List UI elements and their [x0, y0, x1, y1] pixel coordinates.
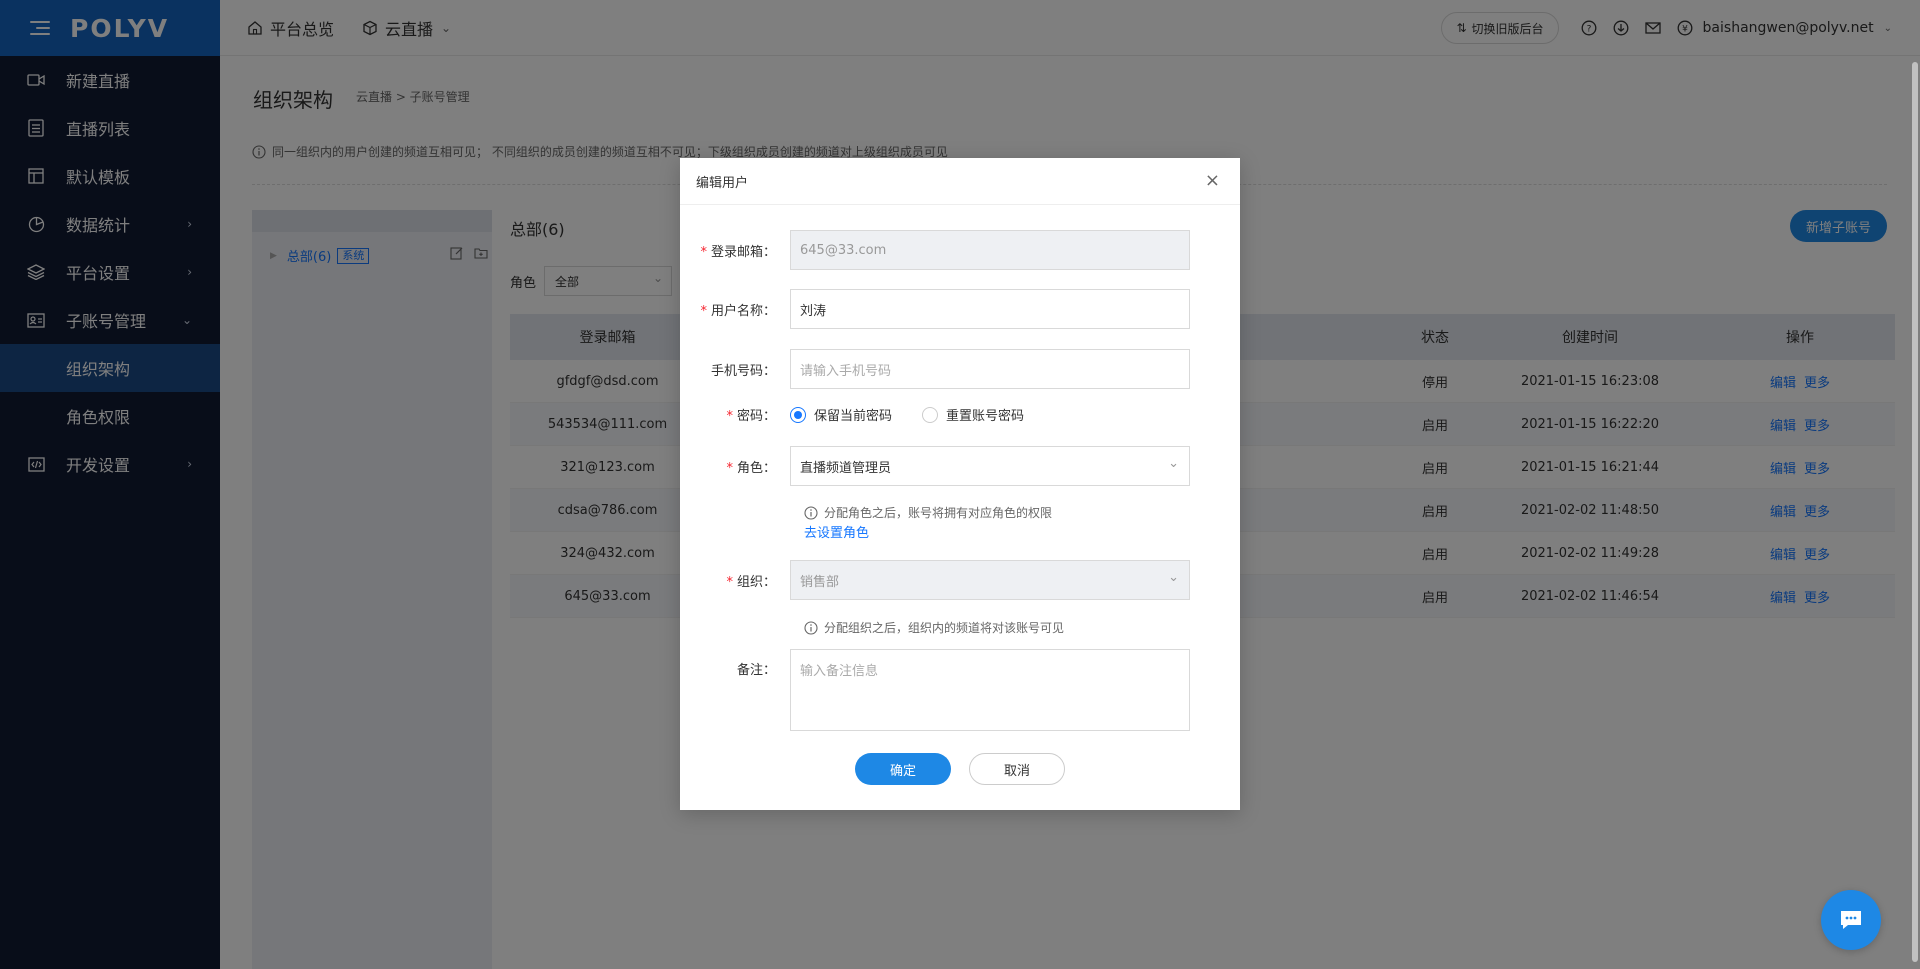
- org-select: 销售部: [790, 560, 1190, 600]
- org-hint: 分配组织之后，组织内的频道将对该账号可见: [804, 619, 1064, 636]
- edit-user-dialog: 编辑用户 × * 登录邮箱： 645@33.com * 用户名称： 刘涛 手机号码：…: [680, 158, 1240, 810]
- radio-keep-password[interactable]: 保留当前密码: [790, 405, 892, 424]
- dialog-title: 编辑用户: [696, 175, 749, 191]
- org-label: * 组织：: [726, 574, 776, 590]
- cancel-button[interactable]: 取消: [969, 753, 1065, 785]
- remark-label: 备注：: [736, 663, 776, 678]
- form-row-email: * 登录邮箱： 645@33.com: [680, 230, 1240, 270]
- email-label: * 登录邮箱：: [700, 244, 776, 260]
- form-row-org: * 组织： 销售部: [680, 560, 1240, 600]
- role-label: * 角色：: [726, 460, 776, 476]
- dialog-footer: 确定 取消: [680, 753, 1240, 785]
- set-role-link[interactable]: 去设置角色: [804, 522, 869, 541]
- info-icon: [804, 505, 818, 520]
- phone-label: 手机号码：: [710, 363, 776, 379]
- form-row-name: * 用户名称： 刘涛: [680, 289, 1240, 329]
- close-icon[interactable]: ×: [1205, 172, 1220, 190]
- info-icon: [804, 620, 818, 635]
- radio-reset-password[interactable]: 重置账号密码: [922, 405, 1024, 424]
- remark-textarea[interactable]: 输入备注信息: [790, 649, 1190, 731]
- confirm-button[interactable]: 确定: [855, 753, 951, 785]
- name-label: * 用户名称：: [700, 303, 776, 319]
- radio-unchecked[interactable]: [922, 406, 939, 423]
- name-field[interactable]: 刘涛: [790, 289, 1190, 329]
- dialog-header: 编辑用户 ×: [680, 158, 1240, 205]
- page-scrollbar[interactable]: [1912, 62, 1918, 962]
- role-select[interactable]: 直播频道管理员: [790, 446, 1190, 486]
- form-row-phone: 手机号码： 请输入手机号码: [680, 349, 1240, 389]
- password-label: * 密码：: [726, 409, 776, 424]
- radio-checked[interactable]: [790, 406, 806, 423]
- role-hint: 分配角色之后，账号将拥有对应角色的权限: [804, 504, 1052, 521]
- form-row-remark: 备注： 输入备注信息: [680, 649, 1240, 731]
- chat-bubble-icon: [1841, 911, 1861, 929]
- chat-support-button[interactable]: [1821, 890, 1881, 950]
- form-row-password: * 密码： 保留当前密码 重置账号密码: [680, 405, 1240, 424]
- phone-field[interactable]: 请输入手机号码: [790, 349, 1190, 389]
- email-field: 645@33.com: [790, 230, 1190, 270]
- form-row-role: * 角色： 直播频道管理员: [680, 446, 1240, 486]
